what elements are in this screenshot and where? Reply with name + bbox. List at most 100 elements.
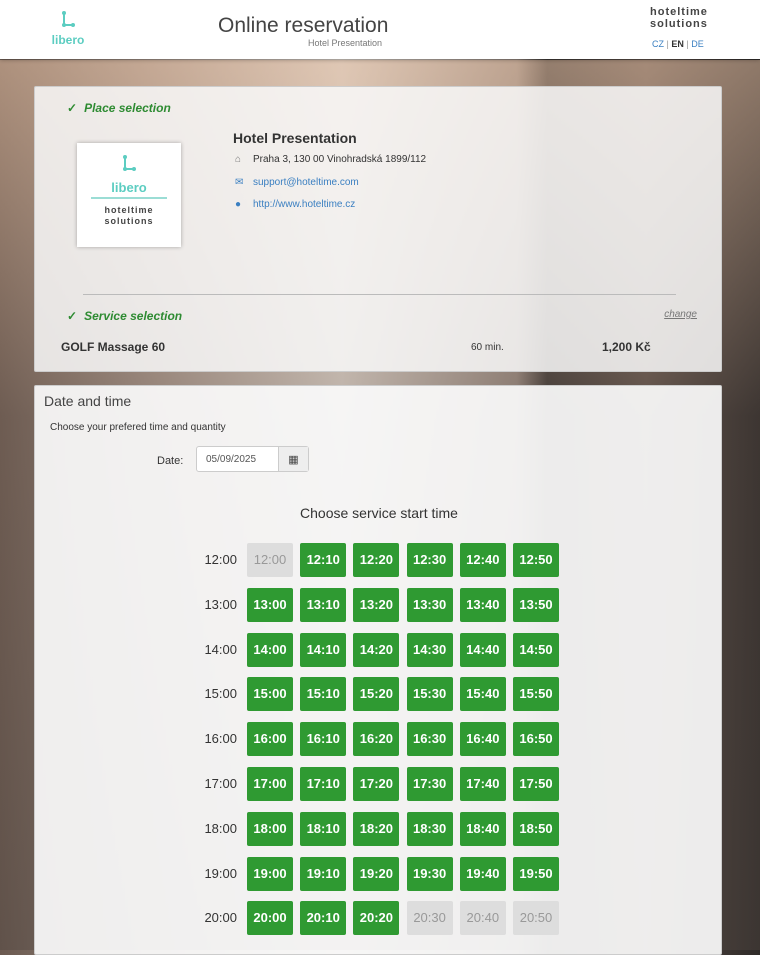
time-slot-button[interactable]: 20:20 [353, 901, 400, 936]
time-slot-button[interactable]: 18:20 [353, 811, 400, 846]
time-slot-button[interactable]: 18:50 [513, 811, 559, 846]
page-title: Online reservation [218, 14, 389, 37]
time-slot-button[interactable]: 13:10 [300, 587, 347, 622]
time-slot-button[interactable]: 17:00 [247, 767, 293, 801]
date-label: Date: [157, 455, 184, 467]
time-slot-row: 19:00 19:00 19:10 19:20 19:30 19:40 19:50 [35, 856, 635, 891]
time-slot-button[interactable]: 19:10 [300, 856, 347, 891]
time-slot-button[interactable]: 14:40 [459, 632, 506, 667]
time-slot-button[interactable]: 19:00 [247, 856, 293, 891]
hour-label: 19:00 [204, 865, 237, 881]
date-picker[interactable]: 05/09/2025 ▦ [196, 446, 309, 472]
libero-logo[interactable]: libero [48, 10, 88, 47]
time-slot-button[interactable]: 15:00 [247, 677, 293, 712]
time-slot-button[interactable]: 19:40 [459, 856, 506, 891]
time-slot-button[interactable]: 14:30 [406, 632, 453, 667]
time-slot-row: 18:00 18:00 18:10 18:20 18:30 18:40 18:50 [35, 811, 635, 846]
time-slot-button[interactable]: 14:20 [353, 632, 400, 667]
time-slot-button[interactable]: 13:40 [459, 587, 506, 622]
time-slot-button[interactable]: 20:00 [247, 901, 293, 936]
divider [83, 294, 676, 295]
time-slot-button[interactable]: 18:40 [459, 811, 506, 846]
choose-time-title: Choose service start time [300, 505, 458, 521]
check-icon: ✓ [67, 101, 78, 115]
globe-icon: ● [235, 199, 242, 210]
time-slot-button[interactable]: 13:20 [353, 587, 400, 622]
time-slot-button[interactable]: 14:50 [513, 632, 559, 667]
lang-de[interactable]: DE [691, 39, 704, 49]
hour-label: 16:00 [204, 731, 237, 747]
date-time-panel: Date and time Choose your prefered time … [34, 385, 722, 955]
time-slot-button[interactable]: 13:00 [247, 587, 293, 622]
time-slot-button[interactable]: 17:50 [513, 767, 559, 801]
hotel-logo: libero hoteltime solutions [77, 143, 181, 247]
hint-text: Choose your prefered time and quantity [50, 422, 226, 433]
time-slot-row: 17:00 17:00 17:10 17:20 17:30 17:40 17:50 [35, 767, 635, 801]
time-slot-button[interactable]: 14:10 [300, 632, 347, 667]
time-slot-button[interactable]: 15:10 [300, 677, 347, 712]
home-icon: ⌂ [235, 154, 242, 165]
time-slot-button[interactable]: 13:30 [406, 587, 453, 622]
time-slot-button: 20:30 [406, 901, 453, 936]
time-slot-button[interactable]: 12:50 [513, 543, 559, 577]
time-slot-button[interactable]: 12:40 [459, 543, 506, 577]
page-subtitle: Hotel Presentation [307, 38, 382, 48]
hotel-website: ● http://www.hoteltime.cz [235, 199, 356, 210]
hoteltime-logo: hoteltime solutions [650, 6, 708, 30]
time-slot-button[interactable]: 16:40 [459, 722, 506, 757]
service-selection-step: ✓ Service selection [67, 309, 183, 323]
time-slot-button[interactable]: 17:30 [406, 767, 453, 801]
libero-logo-text: libero [51, 33, 85, 47]
time-slot-button[interactable]: 17:10 [300, 767, 347, 801]
time-slot-button[interactable]: 20:10 [300, 901, 347, 936]
time-slot-button[interactable]: 16:10 [300, 722, 347, 757]
time-slot-button[interactable]: 19:20 [353, 856, 400, 891]
lang-en[interactable]: EN [671, 39, 684, 49]
time-slot-button[interactable]: 19:30 [406, 856, 453, 891]
date-input[interactable]: 05/09/2025 [197, 447, 278, 471]
time-slot-row: 15:00 15:00 15:10 15:20 15:30 15:40 15:50 [35, 677, 635, 712]
time-slot-button[interactable]: 16:00 [247, 722, 293, 757]
time-slot-row: 20:00 20:00 20:10 20:20 20:30 20:40 20:50 [35, 901, 635, 936]
time-slot-button[interactable]: 14:00 [247, 632, 293, 667]
hotel-address: ⌂ Praha 3, 130 00 Vinohradská 1899/112 [235, 154, 427, 165]
time-slot-row: 13:00 13:00 13:10 13:20 13:30 13:40 13:50 [35, 587, 635, 622]
time-slot-button[interactable]: 15:40 [459, 677, 506, 712]
section-title: Date and time [44, 393, 132, 409]
hotel-name: Hotel Presentation [233, 130, 357, 146]
hour-label: 12:00 [204, 552, 237, 567]
service-name: GOLF Massage 60 [61, 340, 166, 354]
hour-label: 18:00 [204, 820, 237, 836]
time-slot-button[interactable]: 12:30 [406, 543, 453, 577]
hour-label: 20:00 [204, 910, 237, 926]
service-duration: 60 min. [471, 342, 504, 353]
time-slot-button[interactable]: 17:40 [459, 767, 506, 801]
time-slot-button[interactable]: 15:20 [353, 677, 400, 712]
place-selection-step[interactable]: ✓ Place selection [67, 101, 171, 115]
time-slot-row: 14:00 14:00 14:10 14:20 14:30 14:40 14:50 [35, 632, 635, 667]
change-service-link[interactable]: change [664, 309, 697, 320]
hour-label: 17:00 [204, 776, 237, 791]
lang-cz[interactable]: CZ [652, 39, 664, 49]
time-slot-button[interactable]: 15:50 [513, 677, 559, 712]
time-slot-button[interactable]: 18:10 [300, 811, 347, 846]
time-slot-button[interactable]: 16:20 [353, 722, 400, 757]
time-slot-button[interactable]: 17:20 [353, 767, 400, 801]
time-slot-button[interactable]: 12:10 [300, 543, 347, 577]
calendar-icon[interactable]: ▦ [278, 447, 308, 471]
language-switcher: CZ | EN | DE [652, 39, 704, 49]
hour-label: 14:00 [204, 641, 237, 657]
time-slot-button[interactable]: 16:30 [406, 722, 453, 757]
time-slot-button[interactable]: 12:20 [353, 543, 400, 577]
time-slot-button[interactable]: 18:30 [406, 811, 453, 846]
time-slot-button[interactable]: 13:50 [513, 587, 559, 622]
hour-label: 13:00 [204, 596, 237, 612]
time-slot-button[interactable]: 15:30 [406, 677, 453, 712]
time-slot-button[interactable]: 18:00 [247, 811, 293, 846]
hotel-email: ✉ support@hoteltime.com [235, 177, 359, 188]
header: libero Online reservation Hotel Presenta… [0, 0, 760, 59]
selection-panel: ✓ Place selection libero hoteltime solutio… [34, 86, 722, 372]
time-slot-button[interactable]: 16:50 [513, 722, 559, 757]
time-slot-button: 20:50 [513, 901, 559, 936]
time-slot-button[interactable]: 19:50 [513, 856, 559, 891]
